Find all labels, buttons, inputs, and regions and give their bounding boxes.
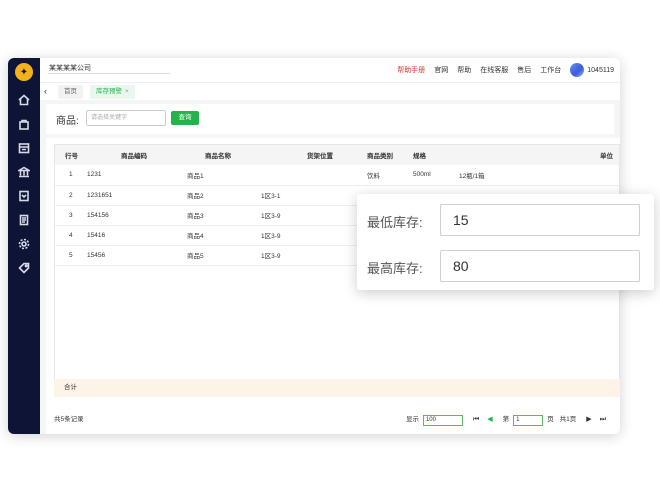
- company-divider: [48, 73, 170, 74]
- document-icon[interactable]: [8, 210, 40, 230]
- tab-stock-alert[interactable]: 库存预警 ×: [90, 85, 135, 99]
- nav-online-service[interactable]: 在线客服: [480, 65, 508, 75]
- query-button[interactable]: 查询: [171, 111, 199, 125]
- nav-official-site[interactable]: 官网: [434, 65, 448, 75]
- pagination-footer: 共5条记录 显示 100 ⏮ ◀ 第 1 页 共1页 ▶ ⏭: [46, 412, 620, 428]
- tab-bar: ‹ 首页 库存预警 ×: [40, 82, 620, 100]
- page-suffix: 页: [547, 416, 554, 423]
- logo-icon: ✦: [15, 63, 33, 81]
- top-bar: 某某某某公司 帮助手册 官网 帮助 在线客服 售后 工作台 1045119: [40, 58, 620, 82]
- cell-shelf-location: 1区3-9: [261, 233, 281, 240]
- cell-row-no: 5: [69, 251, 73, 259]
- stock-threshold-popup: 最低库存: 15 最高库存: 80: [357, 194, 654, 290]
- cell-product-name: 商品4: [187, 233, 204, 240]
- first-page-icon[interactable]: ⏮: [473, 412, 479, 428]
- user-id[interactable]: 1045119: [587, 67, 614, 74]
- header-category: 商品类别: [367, 153, 393, 160]
- total-label: 合计: [64, 384, 77, 391]
- table-header-row: 行号 商品编码 商品名称 货架位置 商品类别 规格 单位: [55, 145, 619, 165]
- cell-shelf-location: [261, 165, 367, 185]
- cell-shelf-location: 1区3-9: [261, 213, 281, 220]
- close-icon[interactable]: ×: [125, 88, 129, 95]
- cell-row-no: 3: [69, 211, 73, 219]
- product-search-input[interactable]: 请选择关键字: [86, 110, 166, 126]
- nav-workbench[interactable]: 工作台: [540, 65, 561, 75]
- cell-product-name: 商品3: [187, 213, 204, 220]
- header-shelf-location: 货架位置: [307, 153, 333, 160]
- max-stock-input[interactable]: 80: [440, 250, 640, 282]
- tab-home[interactable]: 首页: [58, 85, 83, 99]
- top-nav: 帮助手册 官网 帮助 在线客服 售后 工作台 1045119: [388, 58, 614, 82]
- header-unit: 单位: [600, 153, 613, 160]
- cell-product-code: 154156: [87, 211, 109, 219]
- page-prefix: 第: [502, 416, 510, 423]
- total-row: 合计: [54, 379, 620, 397]
- cell-row-no: 1: [69, 171, 73, 179]
- show-label: 显示: [405, 416, 419, 423]
- min-stock-input[interactable]: 15: [440, 204, 640, 236]
- sidebar: ✦: [8, 58, 40, 434]
- cell-row-no: 2: [69, 191, 73, 199]
- nav-help[interactable]: 帮助: [457, 65, 471, 75]
- product-label: 商品:: [56, 116, 79, 127]
- next-page-icon[interactable]: ▶: [586, 412, 591, 428]
- pager: 显示 100 ⏮ ◀ 第 1 页 共1页 ▶ ⏭: [406, 412, 610, 428]
- cell-product-name: 商品5: [187, 253, 204, 260]
- nav-help-manual[interactable]: 帮助手册: [397, 65, 425, 75]
- cell-product-name: 商品1: [187, 172, 204, 180]
- prev-page-icon[interactable]: ◀: [487, 412, 492, 428]
- company-name: 某某某某公司: [49, 65, 91, 72]
- table-row[interactable]: 1 1231 商品1 饮料 500ml 12瓶/1箱: [55, 165, 619, 185]
- page-number-input[interactable]: 1: [513, 414, 544, 426]
- cell-product-name: 商品2: [187, 193, 204, 200]
- search-bar: 商品: 请选择关键字 查询: [46, 104, 614, 134]
- header-product-code: 商品编码: [121, 153, 147, 160]
- record-count: 共5条记录: [54, 416, 84, 423]
- min-stock-label: 最低库存:: [367, 215, 423, 230]
- tag-icon[interactable]: [8, 258, 40, 278]
- tab-home-label: 首页: [64, 88, 77, 95]
- cell-row-no: 4: [69, 231, 73, 239]
- header-row-no: 行号: [65, 153, 78, 160]
- store-icon[interactable]: [8, 138, 40, 158]
- bank-icon[interactable]: [8, 162, 40, 182]
- tab-stock-alert-label: 库存预警: [96, 88, 122, 95]
- header-spec: 规格: [413, 153, 426, 160]
- cell-shelf-location: 1区3-1: [261, 193, 281, 200]
- inbox-icon[interactable]: [8, 186, 40, 206]
- cell-product-code: 15416: [87, 231, 106, 239]
- chevron-left-icon[interactable]: ‹: [44, 86, 47, 96]
- bag-icon[interactable]: [8, 114, 40, 134]
- home-icon[interactable]: [8, 90, 40, 110]
- nav-after-sales[interactable]: 售后: [517, 65, 531, 75]
- page-total: 共1页: [559, 416, 577, 423]
- cell-product-code: 1231: [87, 171, 102, 179]
- header-product-name: 商品名称: [205, 153, 231, 160]
- cell-spec: 500ml: [413, 171, 431, 179]
- max-stock-label: 最高库存:: [367, 261, 423, 276]
- cell-category: 饮料: [367, 172, 380, 180]
- cell-product-code: 15456: [87, 251, 106, 259]
- cell-product-code: 1231651: [87, 191, 113, 199]
- cell-pack: 12瓶/1箱: [459, 172, 485, 180]
- page-size-select[interactable]: 100: [422, 414, 463, 426]
- avatar[interactable]: [570, 63, 585, 77]
- last-page-icon[interactable]: ⏭: [600, 412, 606, 428]
- gear-icon[interactable]: [8, 234, 40, 254]
- cell-shelf-location: 1区3-9: [261, 253, 281, 260]
